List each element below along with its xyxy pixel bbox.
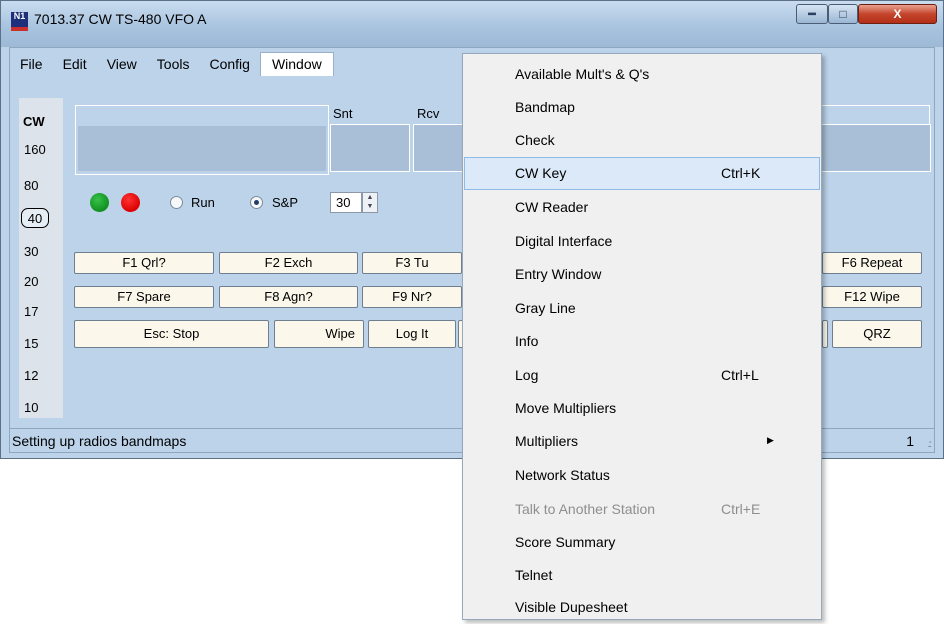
minimize-button[interactable]: ━ — [796, 4, 828, 24]
band-20[interactable]: 20 — [24, 274, 38, 289]
window-menu-dropdown: Available Mult's & Q's Bandmap Check CW … — [462, 53, 822, 620]
status-text: Setting up radios bandmaps — [12, 433, 187, 449]
menu-window[interactable]: Window — [259, 52, 334, 76]
run-radio[interactable] — [170, 196, 183, 209]
menu-item-score-summary[interactable]: Score Summary — [464, 526, 820, 559]
close-button[interactable]: X — [858, 4, 937, 24]
menu-item-multipliers[interactable]: Multipliers ▶ — [464, 425, 820, 458]
rcv-label: Rcv — [417, 106, 440, 121]
menu-item-log[interactable]: Log Ctrl+L — [464, 359, 820, 392]
spin-input[interactable]: 30 — [330, 192, 362, 213]
menu-file[interactable]: File — [10, 52, 53, 76]
f1-button[interactable]: F1 Qrl? — [74, 252, 214, 274]
band-17[interactable]: 17 — [24, 304, 38, 319]
menu-item-label: Gray Line — [515, 300, 576, 316]
qrz-button[interactable]: QRZ — [832, 320, 922, 348]
band-30[interactable]: 30 — [24, 244, 38, 259]
menu-item-label: Multipliers — [515, 433, 579, 449]
exchange-input[interactable] — [818, 124, 931, 172]
f9-button[interactable]: F9 Nr? — [362, 286, 462, 308]
menu-item-label: Available Mult's & Q's — [515, 66, 650, 82]
n1mm-logo-icon: N1 — [11, 12, 28, 31]
menu-item-label: Move Multipliers — [515, 400, 617, 416]
menu-item-label: Info — [515, 333, 539, 349]
f2-button[interactable]: F2 Exch — [219, 252, 358, 274]
menu-item-shortcut: Ctrl+E — [721, 501, 761, 517]
menu-edit[interactable]: Edit — [53, 52, 97, 76]
menu-item-gray-line[interactable]: Gray Line — [464, 292, 820, 325]
f12-button[interactable]: F12 Wipe — [822, 286, 922, 308]
menu-item-label: CW Key — [515, 165, 567, 181]
wipe-button[interactable]: Wipe — [274, 320, 364, 348]
menu-item-label: Digital Interface — [515, 233, 613, 249]
menu-item-telnet[interactable]: Telnet — [464, 559, 820, 592]
snt-input[interactable] — [330, 124, 410, 172]
log-it-button[interactable]: Log It — [368, 320, 456, 348]
band-15[interactable]: 15 — [24, 336, 38, 351]
mode-label: CW — [23, 114, 45, 129]
band-12[interactable]: 12 — [24, 368, 38, 383]
band-selector: CW 160 80 40 30 20 17 15 12 10 — [19, 98, 63, 418]
menu-item-label: Entry Window — [515, 266, 602, 282]
f3-button[interactable]: F3 Tu — [362, 252, 462, 274]
status-led-red — [121, 193, 140, 212]
submenu-arrow-icon: ▶ — [767, 435, 774, 445]
call-field-frame — [75, 105, 329, 175]
menu-bar: File Edit View Tools Config Window — [10, 52, 334, 76]
maximize-button[interactable]: □ — [828, 4, 858, 24]
spin-up-icon[interactable]: ▲ — [363, 193, 377, 202]
band-80[interactable]: 80 — [24, 178, 38, 193]
menu-tools[interactable]: Tools — [147, 52, 200, 76]
resize-grip-icon[interactable]: .:: — [928, 439, 933, 450]
f6-button[interactable]: F6 Repeat — [822, 252, 922, 274]
exchange-field-frame — [820, 105, 930, 125]
menu-item-label: CW Reader — [515, 199, 589, 215]
band-40-selected[interactable]: 40 — [21, 208, 49, 228]
menu-item-move-multipliers[interactable]: Move Multipliers — [464, 392, 820, 425]
title-bar[interactable]: N1 7013.37 CW TS-480 VFO A ━ □ X — [1, 1, 943, 47]
band-160[interactable]: 160 — [24, 142, 46, 157]
menu-item-shortcut: Ctrl+K — [721, 165, 761, 181]
menu-item-label: Score Summary — [515, 534, 616, 550]
status-count: 1 — [906, 433, 914, 449]
menu-item-label: Telnet — [515, 567, 553, 583]
menu-item-available-mults[interactable]: Available Mult's & Q's — [464, 58, 820, 91]
menu-item-check[interactable]: Check — [464, 124, 820, 157]
menu-item-label: Check — [515, 132, 555, 148]
spin-down-icon[interactable]: ▼ — [363, 202, 377, 211]
f8-button[interactable]: F8 Agn? — [219, 286, 358, 308]
menu-item-label: Network Status — [515, 467, 610, 483]
band-10[interactable]: 10 — [24, 400, 38, 415]
sp-radio[interactable] — [250, 196, 263, 209]
menu-view[interactable]: View — [97, 52, 147, 76]
menu-item-visible-dupesheet[interactable]: Visible Dupesheet — [464, 591, 820, 624]
menu-config[interactable]: Config — [199, 52, 259, 76]
window-title: 7013.37 CW TS-480 VFO A — [34, 11, 207, 27]
esc-stop-button[interactable]: Esc: Stop — [74, 320, 269, 348]
hidden-button-edge-right[interactable] — [822, 320, 828, 348]
menu-item-bandmap[interactable]: Bandmap — [464, 91, 820, 124]
menu-item-label: Talk to Another Station — [515, 501, 656, 517]
call-input[interactable] — [78, 126, 326, 171]
spin-stepper[interactable]: ▲ ▼ — [362, 192, 378, 213]
menu-item-label: Visible Dupesheet — [515, 599, 628, 615]
run-label: Run — [191, 195, 215, 210]
f7-button[interactable]: F7 Spare — [74, 286, 214, 308]
menu-item-digital-interface[interactable]: Digital Interface — [464, 225, 820, 258]
menu-item-info[interactable]: Info — [464, 325, 820, 358]
sp-label: S&P — [272, 195, 299, 210]
menu-item-network-status[interactable]: Network Status — [464, 459, 820, 492]
menu-item-talk-to-another-station: Talk to Another Station Ctrl+E — [464, 493, 820, 526]
menu-item-entry-window[interactable]: Entry Window — [464, 258, 820, 291]
snt-label: Snt — [333, 106, 353, 121]
status-led-green — [90, 193, 109, 212]
menu-item-label: Bandmap — [515, 99, 575, 115]
menu-item-cw-reader[interactable]: CW Reader — [464, 191, 820, 224]
menu-item-cw-key[interactable]: CW Key Ctrl+K — [464, 157, 820, 190]
menu-item-label: Log — [515, 367, 539, 383]
menu-item-shortcut: Ctrl+L — [721, 367, 759, 383]
